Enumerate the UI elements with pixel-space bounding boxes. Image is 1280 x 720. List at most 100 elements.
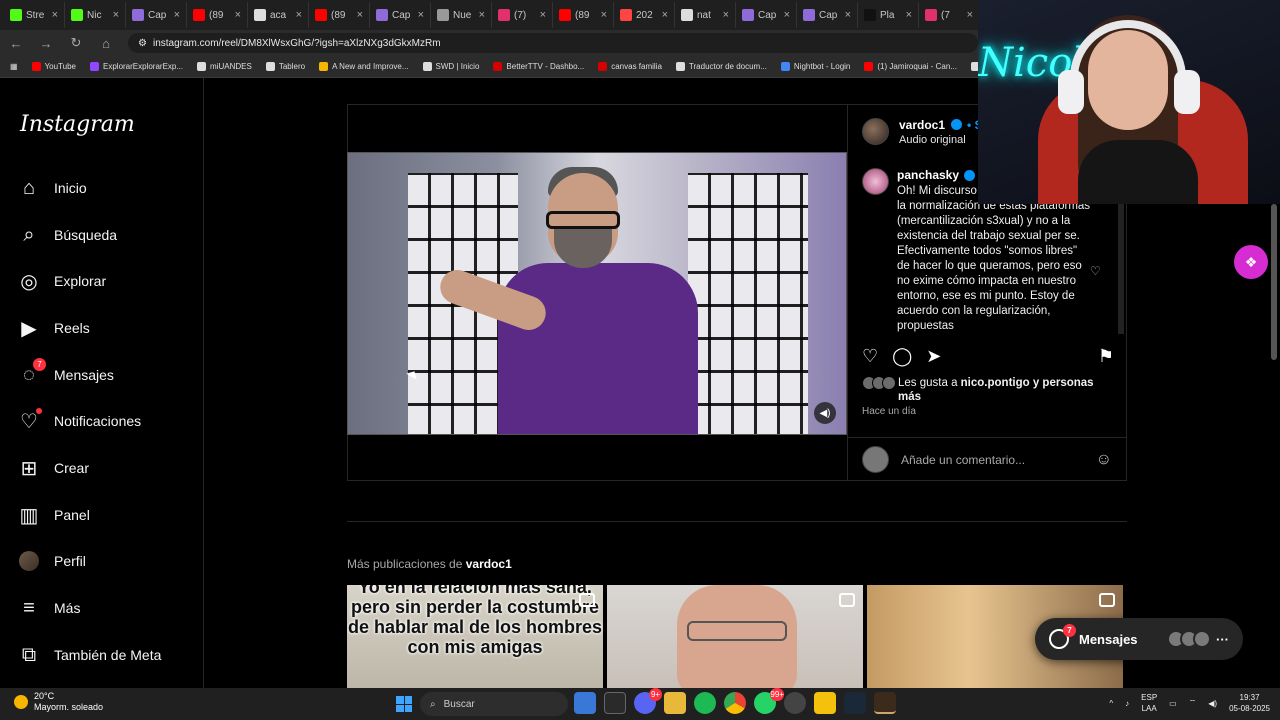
close-tab-icon[interactable]: × bbox=[967, 9, 973, 21]
close-tab-icon[interactable]: × bbox=[52, 9, 58, 21]
like-heart-icon[interactable]: ♡ bbox=[862, 346, 878, 367]
browser-tab[interactable]: 202 × bbox=[614, 2, 675, 28]
browser-tab[interactable]: Nue × bbox=[431, 2, 492, 28]
taskbar-search[interactable]: ⌕ Buscar bbox=[420, 692, 568, 716]
close-tab-icon[interactable]: × bbox=[723, 9, 729, 21]
bookmark-item[interactable]: YouTube bbox=[31, 62, 76, 71]
sticky-notes-icon[interactable] bbox=[814, 692, 836, 714]
author-username[interactable]: vardoc1 bbox=[899, 118, 945, 132]
extension-floating-icon[interactable]: ❖ bbox=[1234, 245, 1268, 279]
bookmark-item[interactable]: (1) Jamiroquai - Can... bbox=[864, 62, 957, 71]
forward-icon[interactable]: → bbox=[38, 36, 54, 51]
language-indicator[interactable]: ESP LAA bbox=[1141, 692, 1157, 714]
display-icon[interactable]: ▭ bbox=[1169, 699, 1177, 708]
browser-tab[interactable]: nat × bbox=[675, 2, 736, 28]
clock[interactable]: 19:37 05-08-2025 bbox=[1229, 692, 1270, 714]
emoji-icon[interactable]: ☺ bbox=[1096, 451, 1112, 469]
liker-avatars[interactable] bbox=[862, 376, 896, 404]
bookmark-item[interactable]: ExplorarExplorarExp... bbox=[90, 62, 183, 71]
microphone-icon[interactable]: ♪ bbox=[1125, 699, 1129, 708]
close-tab-icon[interactable]: × bbox=[662, 9, 668, 21]
bookmark-item[interactable]: A New and Improve... bbox=[319, 62, 409, 71]
close-tab-icon[interactable]: × bbox=[540, 9, 546, 21]
reload-icon[interactable]: ↻ bbox=[68, 35, 84, 51]
browser-tab[interactable]: aca × bbox=[248, 2, 309, 28]
browser-tab[interactable]: (89 × bbox=[187, 2, 248, 28]
close-tab-icon[interactable]: × bbox=[174, 9, 180, 21]
sidebar-item-más[interactable]: ≡ Más bbox=[18, 593, 80, 623]
browser-tab[interactable]: Cap × bbox=[370, 2, 431, 28]
file-explorer-icon[interactable] bbox=[664, 692, 686, 714]
comment-bubble-icon[interactable]: ◯ bbox=[892, 346, 912, 367]
page-scrollbar[interactable] bbox=[1271, 204, 1277, 360]
close-tab-icon[interactable]: × bbox=[784, 9, 790, 21]
sidebar-item-perfil[interactable]: Perfil bbox=[18, 546, 86, 576]
sidebar-item-mensajes[interactable]: ◌ 7 Mensajes bbox=[18, 358, 114, 390]
browser-tab[interactable]: Stre × bbox=[4, 2, 65, 28]
whatsapp-app-icon[interactable]: 99+ bbox=[754, 688, 784, 714]
steam-app-icon[interactable] bbox=[844, 692, 866, 714]
sidebar-item-búsqueda[interactable]: ⌕ Búsqueda bbox=[18, 220, 117, 250]
bookmark-item[interactable]: miUANDES bbox=[197, 62, 252, 71]
close-tab-icon[interactable]: × bbox=[906, 9, 912, 21]
close-tab-icon[interactable]: × bbox=[845, 9, 851, 21]
share-send-icon[interactable]: ➤ bbox=[926, 346, 941, 367]
bookmark-item[interactable]: Tablero bbox=[265, 62, 305, 71]
post-time[interactable]: Hace un día bbox=[862, 406, 916, 417]
url-field[interactable]: ⚙ instagram.com/reel/DM8XlWsxGhG/?igsh=a… bbox=[128, 33, 978, 53]
browser-tab[interactable]: Cap × bbox=[126, 2, 187, 28]
bookmark-item[interactable]: SWD | Inicio bbox=[422, 62, 479, 71]
back-icon[interactable]: ← bbox=[8, 36, 24, 51]
browser-tab[interactable]: (7) × bbox=[492, 2, 553, 28]
close-tab-icon[interactable]: × bbox=[235, 9, 241, 21]
site-info-icon[interactable]: ⚙ bbox=[138, 38, 147, 49]
reel-video[interactable]: ◀) bbox=[347, 152, 847, 435]
messages-pill[interactable]: 7 Mensajes ··· bbox=[1035, 618, 1243, 660]
browser-tab[interactable]: (89 × bbox=[309, 2, 370, 28]
sidebar-item-también-de-meta[interactable]: ⧉ También de Meta bbox=[18, 640, 162, 670]
spotify-app-icon[interactable] bbox=[694, 692, 716, 714]
network-icon[interactable]: ⌔ bbox=[1189, 698, 1197, 708]
close-tab-icon[interactable]: × bbox=[479, 9, 485, 21]
sidebar-item-panel[interactable]: ▥ Panel bbox=[18, 500, 90, 530]
tray-chevron-icon[interactable]: ^ bbox=[1109, 699, 1113, 708]
terminal-app-icon[interactable] bbox=[604, 692, 626, 714]
close-tab-icon[interactable]: × bbox=[357, 9, 363, 21]
commenter-avatar[interactable] bbox=[862, 168, 889, 195]
weather-widget[interactable]: 20°C Mayorm. soleado bbox=[14, 691, 103, 713]
volume-tray-icon[interactable]: ◀) bbox=[1208, 699, 1217, 708]
discord-app-icon[interactable]: 9+ bbox=[634, 688, 662, 714]
close-tab-icon[interactable]: × bbox=[418, 9, 424, 21]
browser-tab[interactable]: (7 × bbox=[919, 2, 980, 28]
league-app-icon[interactable] bbox=[874, 692, 896, 714]
close-tab-icon[interactable]: × bbox=[601, 9, 607, 21]
sidebar-item-explorar[interactable]: ◎ Explorar bbox=[18, 266, 106, 296]
home-browser-icon[interactable]: ⌂ bbox=[98, 36, 114, 51]
commenter-username[interactable]: panchasky bbox=[897, 168, 959, 182]
more-posts-username[interactable]: vardoc1 bbox=[466, 557, 512, 571]
notes-app-icon[interactable] bbox=[574, 692, 596, 714]
chrome-app-icon[interactable] bbox=[724, 692, 746, 714]
windows-start-icon[interactable] bbox=[396, 696, 412, 712]
more-post-thumbnail-1[interactable]: Yo en la relación más sana, pero sin per… bbox=[347, 585, 603, 688]
bookmark-item[interactable]: canvas familia bbox=[598, 62, 662, 71]
sidebar-item-inicio[interactable]: ⌂ Inicio bbox=[18, 173, 87, 203]
more-post-thumbnail-2[interactable] bbox=[607, 585, 863, 688]
browser-tab[interactable]: Nic × bbox=[65, 2, 126, 28]
browser-tab[interactable]: (89 × bbox=[553, 2, 614, 28]
browser-tab[interactable]: Pla × bbox=[858, 2, 919, 28]
obs-app-icon[interactable] bbox=[784, 692, 806, 714]
close-tab-icon[interactable]: × bbox=[296, 9, 302, 21]
volume-icon[interactable]: ◀) bbox=[814, 402, 836, 424]
sidebar-item-reels[interactable]: ▶ Reels bbox=[18, 313, 90, 343]
browser-tab[interactable]: Cap × bbox=[736, 2, 797, 28]
comment-like-icon[interactable]: ♡ bbox=[1090, 264, 1101, 278]
browser-tab[interactable]: Cap × bbox=[797, 2, 858, 28]
close-tab-icon[interactable]: × bbox=[113, 9, 119, 21]
bookmark-item[interactable]: Traductor de docum... bbox=[675, 62, 767, 71]
liker-username[interactable]: nico.pontigo bbox=[961, 377, 1030, 389]
sidebar-item-notificaciones[interactable]: ♡ Notificaciones bbox=[18, 406, 141, 436]
sidebar-item-crear[interactable]: ⊞ Crear bbox=[18, 453, 89, 483]
comment-input[interactable]: Añade un comentario... bbox=[901, 453, 1025, 467]
bookmark-item[interactable]: Nightbot - Login bbox=[780, 62, 850, 71]
